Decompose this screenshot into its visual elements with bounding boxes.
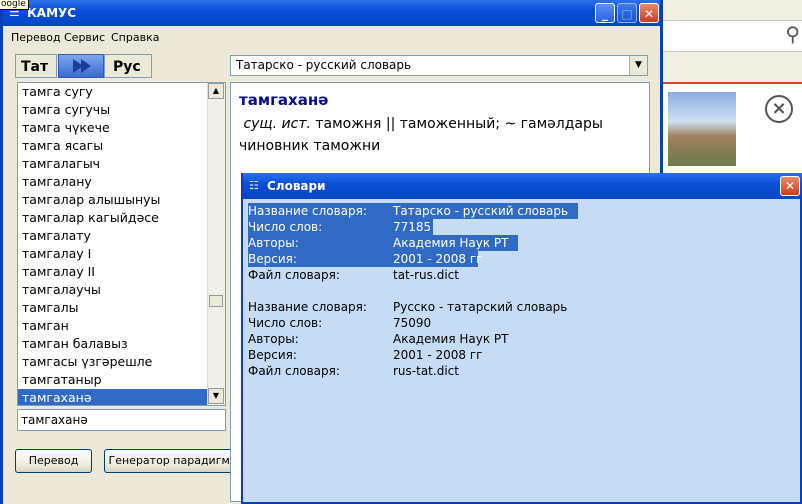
tooltip: oogle — [0, 0, 29, 10]
article-headword: тамгаханә — [239, 91, 329, 109]
dialog-title: Словари — [267, 179, 326, 193]
info-label: Название словаря: — [248, 300, 367, 314]
menu-translate[interactable]: Перевод — [11, 31, 61, 44]
info-label: Название словаря: — [248, 204, 367, 218]
maximize-button[interactable]: □ — [617, 3, 637, 23]
dialog-title-bar[interactable]: ☷ Словари ✕ — [243, 173, 802, 199]
scroll-down-icon[interactable]: ▼ — [208, 388, 224, 404]
info-value: 2001 - 2008 гг — [393, 252, 483, 266]
word-list[interactable]: тамга сугу тамга сугучы тамга чүкече тамга … — [17, 82, 226, 406]
info-label: Версия: — [248, 252, 297, 266]
list-item[interactable]: тамгалау I — [22, 245, 91, 263]
list-item[interactable]: тамгалаучы — [22, 281, 101, 299]
info-value: rus-tat.dict — [393, 364, 459, 378]
list-item[interactable]: тамга сугучы — [22, 101, 110, 119]
translate-button[interactable]: Перевод — [15, 449, 92, 473]
article-line-2: чиновник таможни — [239, 138, 381, 154]
search-icon[interactable]: ⚲ — [785, 22, 800, 46]
close-button[interactable]: ✕ — [639, 3, 659, 23]
info-value: Татарско - русский словарь — [393, 204, 569, 218]
menu-service[interactable]: Сервис — [64, 31, 105, 44]
dictionary-select[interactable]: Татарско - русский словарь ▼ — [230, 55, 648, 76]
title-bar[interactable]: ☰ КАМУС _ □ ✕ — [3, 0, 660, 26]
list-item[interactable]: тамгалы — [22, 299, 78, 317]
dialog-close-button[interactable]: ✕ — [780, 176, 800, 196]
menu-bar: Перевод Сервис Справка — [3, 26, 660, 48]
scroll-thumb[interactable] — [209, 295, 223, 307]
info-label: Файл словаря: — [248, 364, 340, 378]
list-item[interactable]: тамган балавыз — [22, 335, 128, 353]
double-arrow-icon — [73, 59, 91, 73]
search-input[interactable]: тамгаханә — [17, 409, 226, 431]
info-label: Версия: — [248, 348, 297, 362]
info-label: Число слов: — [248, 220, 323, 234]
minimize-button[interactable]: _ — [595, 3, 615, 23]
list-item[interactable]: тамга сугу — [22, 83, 93, 101]
info-label: Число слов: — [248, 316, 323, 330]
list-item[interactable]: тамга чүкече — [22, 119, 110, 137]
list-item[interactable]: тамгалагыч — [22, 155, 100, 173]
article-body: сущ. ист. таможня || таможенный; ~ гамәл… — [239, 113, 641, 157]
list-item[interactable]: тамгалар кагыйдәсе — [22, 209, 159, 227]
list-item[interactable]: тамгалау II — [22, 263, 95, 281]
close-circle-icon[interactable]: × — [765, 95, 793, 123]
target-language[interactable]: Рус — [104, 54, 152, 78]
background-search-bar[interactable] — [662, 20, 802, 52]
word-list-scrollbar[interactable]: ▲ ▼ — [207, 83, 225, 405]
info-value: 77185 — [393, 220, 432, 234]
paradigm-generator-button[interactable]: Генератор парадигмы — [104, 449, 243, 473]
list-item[interactable]: тамгасы үзгәрешле — [22, 353, 152, 371]
info-value: Русско - татарский словарь — [393, 300, 568, 314]
article-grammar: сущ. ист. — [243, 116, 311, 132]
info-label: Авторы: — [248, 332, 299, 346]
info-value: 75090 — [393, 316, 432, 330]
dictionary-info[interactable]: Название словаря: Татарско - русский слов… — [248, 203, 798, 498]
list-item[interactable]: тамгалату — [22, 227, 91, 245]
info-label: Авторы: — [248, 236, 299, 250]
source-language[interactable]: Тат — [15, 54, 57, 78]
list-item[interactable]: тамгаханә — [18, 389, 212, 405]
dictionaries-dialog: ☷ Словари ✕ Название словаря: Татарско - … — [241, 173, 802, 504]
list-item[interactable]: тамган — [22, 317, 69, 335]
chevron-down-icon[interactable]: ▼ — [629, 56, 647, 75]
info-value: 2001 - 2008 гг — [393, 348, 483, 362]
article-line-1: таможня || таможенный; ~ гамәлдары — [315, 116, 603, 132]
info-value: Академия Наук РТ — [393, 332, 509, 346]
dictionary-select-value: Татарско - русский словарь — [236, 58, 412, 72]
info-value: tat-rus.dict — [393, 268, 459, 282]
books-icon: ☷ — [249, 179, 259, 192]
list-item[interactable]: тамга ясагы — [22, 137, 103, 155]
menu-help[interactable]: Справка — [111, 31, 159, 44]
castle-image — [668, 92, 736, 166]
swap-languages-button[interactable] — [58, 54, 104, 78]
scroll-up-icon[interactable]: ▲ — [208, 83, 224, 99]
list-item[interactable]: тамгалар алышынуы — [22, 191, 160, 209]
window-title: КАМУС — [27, 6, 77, 20]
list-item[interactable]: тамгатаныр — [22, 371, 102, 389]
info-label: Файл словаря: — [248, 268, 340, 282]
list-item[interactable]: тамгалану — [22, 173, 92, 191]
info-value: Академия Наук РТ — [393, 236, 509, 250]
